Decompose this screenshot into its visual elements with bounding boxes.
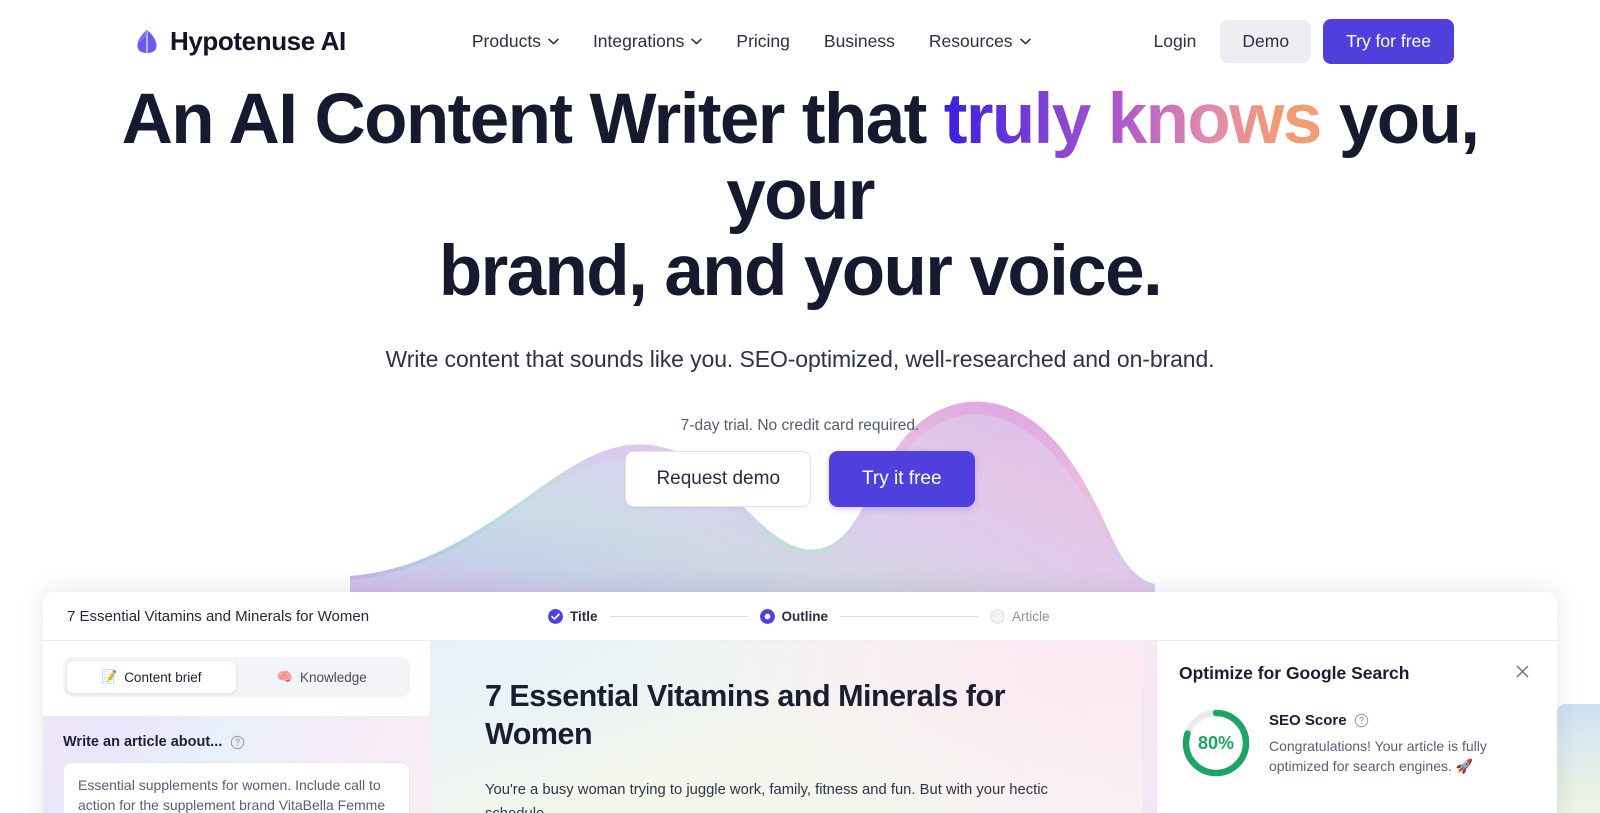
article-stepper: Title Outline Article [548,608,1050,624]
brief-label-row: Write an article about... [63,734,410,750]
nav-item-business[interactable]: Business [824,31,895,52]
seo-score-label-row: SEO Score [1269,712,1519,729]
content-brief-panel: 📝 Content brief 🧠 Knowledge Write an art… [43,641,431,813]
close-icon[interactable] [1514,663,1531,680]
request-demo-button[interactable]: Request demo [625,450,812,507]
right-edge-gradient-strip [1557,704,1600,813]
stepper-label: Article [1012,608,1050,624]
stepper-connector [840,615,979,617]
seo-panel-header: Optimize for Google Search [1179,663,1531,684]
tab-knowledge[interactable]: 🧠 Knowledge [238,661,407,693]
seo-score-row: 80% SEO Score Congratulations! Your arti… [1179,706,1531,780]
chevron-down-icon [691,38,703,44]
seo-score-texts: SEO Score Congratulations! Your article … [1269,706,1519,777]
brief-tab-group: 📝 Content brief 🧠 Knowledge [63,657,410,697]
seo-score-ring: 80% [1179,706,1253,780]
demo-button[interactable]: Demo [1220,19,1312,63]
article-heading: 7 Essential Vitamins and Minerals for Wo… [485,679,1005,752]
brain-emoji-icon: 🧠 [276,669,293,684]
seo-panel-title: Optimize for Google Search [1179,663,1410,683]
nav-item-label: Integrations [592,30,685,51]
stepper-step-title[interactable]: Title [548,608,598,624]
note-emoji-icon: 📝 [101,669,118,684]
chevron-down-icon [1019,38,1031,44]
stepper-connector [609,615,748,617]
try-for-free-button[interactable]: Try for free [1323,18,1454,64]
help-circle-icon[interactable] [1354,713,1369,728]
seo-score-description: Congratulations! Your article is fully o… [1269,738,1487,775]
step-complete-check-icon [548,608,563,624]
seo-panel-gradient-strip [1143,641,1157,813]
help-circle-icon[interactable] [230,735,245,750]
nav-item-label: Products [471,30,541,51]
brand-name: Hypotenuse AI [170,25,346,56]
brief-field-label: Write an article about... [63,734,223,750]
seo-score-label: SEO Score [1269,712,1347,729]
hypotenuse-logo-icon [137,29,157,53]
step-current-dot-icon [759,608,775,624]
hero-section: An AI Content Writer that truly knows yo… [0,82,1600,507]
hero-title-part1: An AI Content Writer that [121,80,944,159]
tab-label: Content brief [124,669,202,685]
stepper-step-outline[interactable]: Outline [759,608,829,624]
app-topbar: 7 Essential Vitamins and Minerals for Wo… [43,592,1557,641]
hero-cta-group: Request demo Try it free [0,450,1600,507]
hero-subtitle: Write content that sounds like you. SEO-… [385,345,1215,372]
product-screenshot-mockup: 7 Essential Vitamins and Minerals for Wo… [43,592,1557,813]
nav-links: Products Integrations Pricing Business R… [472,31,1031,52]
nav-item-label: Resources [928,30,1013,51]
hero-trial-note: 7-day trial. No credit card required. [680,416,920,434]
chevron-down-icon [548,38,559,44]
hero-title-gradient: truly knows [943,80,1323,159]
nav-actions: Login Demo Try for free [1154,18,1454,64]
step-pending-dot-icon [990,608,1005,624]
login-link[interactable]: Login [1154,31,1197,52]
stepper-label: Outline [781,608,829,624]
nav-item-integrations[interactable]: Integrations [592,30,703,52]
nav-item-products[interactable]: Products [472,31,559,52]
article-topic-input[interactable]: Essential supplements for women. Include… [63,762,410,813]
try-it-free-button[interactable]: Try it free [829,450,975,507]
app-body: 📝 Content brief 🧠 Knowledge Write an art… [43,641,1557,813]
stepper-step-article[interactable]: Article [990,609,1050,624]
document-title: 7 Essential Vitamins and Minerals for Wo… [67,607,370,625]
seo-optimize-panel: Optimize for Google Search 80% SEO Score… [1157,641,1557,813]
page-title: An AI Content Writer that truly knows yo… [0,82,1600,310]
nav-item-label: Business [823,30,895,51]
nav-item-label: Pricing [736,30,790,51]
seo-score-value: 80% [1197,732,1235,753]
tab-label: Knowledge [299,669,367,685]
brand-logo[interactable]: Hypotenuse AI [134,26,346,57]
hero-title-line2: brand, and your voice. [438,231,1163,311]
article-paragraph: You're a busy woman trying to juggle wor… [485,782,1048,813]
stepper-label: Title [570,608,598,624]
tab-content-brief[interactable]: 📝 Content brief [67,661,236,693]
nav-item-pricing[interactable]: Pricing [736,31,790,52]
nav-item-resources[interactable]: Resources [929,31,1031,52]
brief-form-area: Write an article about... Essential supp… [43,716,430,813]
article-editor[interactable]: 7 Essential Vitamins and Minerals for Wo… [431,641,1143,813]
top-navigation-bar: Hypotenuse AI Products Integrations Pric… [0,0,1600,82]
landing-page: Hypotenuse AI Products Integrations Pric… [0,0,1600,813]
